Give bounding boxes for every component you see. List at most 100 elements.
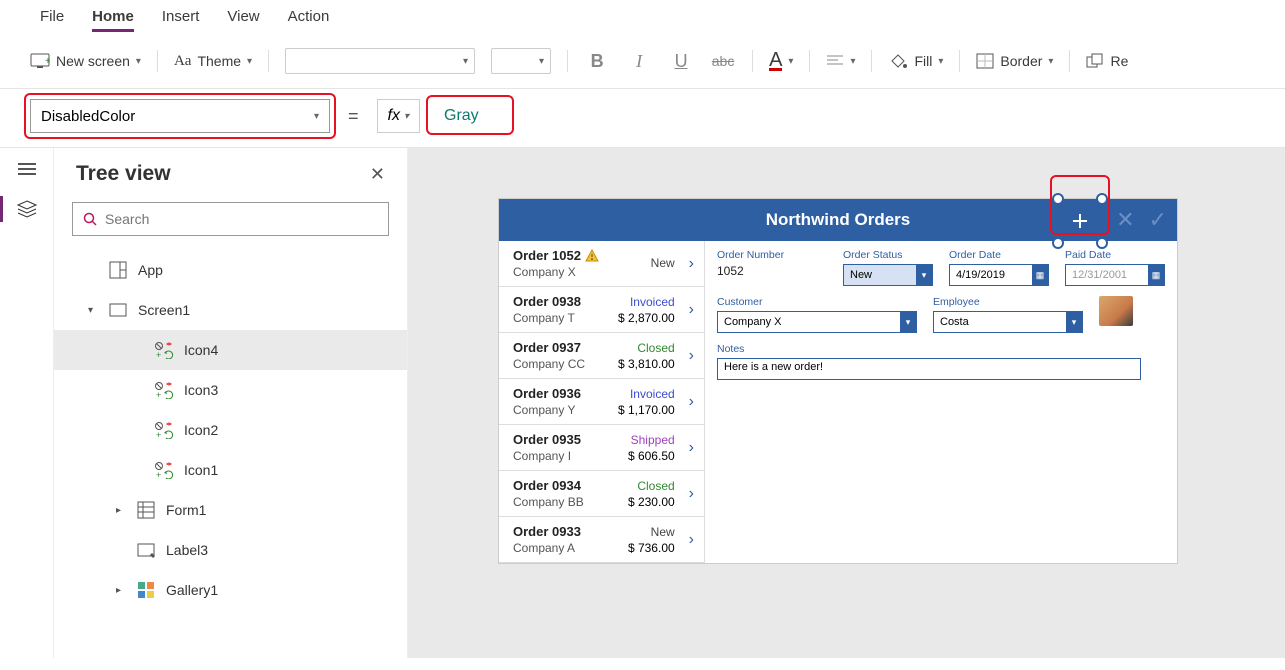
- order-amount: $ 230.00: [628, 495, 675, 509]
- new-screen-button[interactable]: + New screen ▾: [30, 53, 141, 69]
- cancel-icon[interactable]: ✕: [1116, 207, 1134, 233]
- tree-node-label3[interactable]: Label3: [54, 530, 407, 570]
- new-screen-label: New screen: [56, 53, 130, 69]
- employee-avatar: [1099, 296, 1133, 326]
- tree-node-label: Icon1: [184, 462, 218, 478]
- order-row[interactable]: Order 0938Company TInvoiced$ 2,870.00›: [499, 287, 704, 333]
- equals-sign: =: [340, 106, 367, 127]
- order-status-dropdown[interactable]: New ▾: [843, 264, 933, 286]
- menu-file[interactable]: File: [40, 8, 64, 32]
- screen-preview: Northwind Orders + ✕ ✓ Order 1052Com: [498, 198, 1178, 564]
- caret-icon: ▾: [88, 305, 98, 316]
- chevron-down-icon: ▾: [463, 56, 468, 67]
- add-icon[interactable]: +: [1068, 209, 1083, 240]
- search-icon: [83, 212, 97, 226]
- tree-node-label: Label3: [166, 542, 208, 558]
- tree-node-icon4[interactable]: +Icon4: [54, 330, 407, 370]
- menu-insert[interactable]: Insert: [162, 8, 200, 32]
- bold-button[interactable]: B: [584, 51, 610, 72]
- close-icon[interactable]: ✕: [370, 164, 385, 185]
- italic-button[interactable]: I: [626, 51, 652, 72]
- tree-node-app[interactable]: App: [54, 250, 407, 290]
- tree-node-icon3[interactable]: +Icon3: [54, 370, 407, 410]
- chevron-down-icon: ▾: [314, 111, 319, 122]
- paid-date-input[interactable]: 12/31/2001 ▦: [1065, 264, 1165, 286]
- tree-node-screen1[interactable]: ▾ Screen1: [54, 290, 407, 330]
- icon-group-icon: +: [154, 420, 174, 440]
- align-button[interactable]: ▾: [826, 54, 855, 68]
- workspace: Tree view ✕ App▾Screen1+Icon4+Icon3+Icon…: [0, 148, 1285, 658]
- tree-view-title: Tree view: [76, 162, 171, 186]
- caret-icon: ▸: [116, 505, 126, 516]
- chevron-down-icon: ▾: [900, 312, 916, 332]
- tree-node-icon1[interactable]: +Icon1: [54, 450, 407, 490]
- canvas[interactable]: Northwind Orders + ✕ ✓ Order 1052Com: [408, 148, 1285, 658]
- order-company: Company T: [513, 311, 581, 325]
- search-field[interactable]: [105, 211, 378, 227]
- search-input[interactable]: [72, 202, 389, 236]
- app-icon: [108, 260, 128, 280]
- theme-label: Theme: [197, 53, 241, 69]
- order-row[interactable]: Order 0933Company ANew$ 736.00›: [499, 517, 704, 563]
- notes-input[interactable]: Here is a new order!: [717, 358, 1141, 380]
- menu-action[interactable]: Action: [288, 8, 330, 32]
- chevron-right-icon: ›: [681, 347, 694, 365]
- order-company: Company X: [513, 265, 599, 279]
- tree-view-panel: Tree view ✕ App▾Screen1+Icon4+Icon3+Icon…: [54, 148, 408, 658]
- order-company: Company I: [513, 449, 581, 463]
- reorder-button[interactable]: Re: [1086, 53, 1128, 69]
- tree-node-label: Gallery1: [166, 582, 218, 598]
- order-row[interactable]: Order 1052Company XNew›: [499, 241, 704, 287]
- layers-icon[interactable]: [16, 198, 38, 220]
- tree-node-gallery1[interactable]: ▸ Gallery1: [54, 570, 407, 610]
- property-dropdown[interactable]: DisabledColor ▾: [30, 99, 330, 133]
- menu-home[interactable]: Home: [92, 8, 134, 32]
- order-date-input[interactable]: 4/19/2019 ▦: [949, 264, 1049, 286]
- tree-node-label: Icon2: [184, 422, 218, 438]
- fill-button[interactable]: Fill ▾: [888, 52, 943, 70]
- order-status-value: New: [850, 269, 872, 281]
- hamburger-icon[interactable]: [16, 158, 38, 180]
- label-order-date: Order Date: [949, 249, 1049, 261]
- formula-input[interactable]: Gray: [430, 103, 493, 129]
- formula-bar: DisabledColor ▾ = fx ▾ Gray: [0, 89, 1285, 148]
- icon-group-icon: +: [154, 340, 174, 360]
- font-color-button[interactable]: A ▾: [769, 52, 793, 71]
- order-row[interactable]: Order 0934Company BBClosed$ 230.00›: [499, 471, 704, 517]
- confirm-icon[interactable]: ✓: [1149, 207, 1167, 233]
- fx-button[interactable]: fx ▾: [377, 99, 420, 133]
- menu-view[interactable]: View: [227, 8, 259, 32]
- underline-button[interactable]: U: [668, 51, 694, 72]
- icon-group-icon: +: [154, 380, 174, 400]
- strikethrough-button[interactable]: abc: [710, 53, 736, 69]
- tree-node-label: App: [138, 262, 163, 278]
- separator: [1069, 50, 1070, 72]
- border-button[interactable]: Border ▾: [976, 53, 1053, 69]
- theme-button[interactable]: Aa Theme ▾: [174, 53, 252, 70]
- caret-icon: ▸: [116, 585, 126, 596]
- tree-node-icon2[interactable]: + Icon2: [54, 410, 407, 450]
- employee-dropdown[interactable]: Costa ▾: [933, 311, 1083, 333]
- order-title: Order 0938: [513, 294, 581, 309]
- screen-icon: [108, 300, 128, 320]
- font-size-dropdown[interactable]: ▾: [491, 48, 551, 74]
- order-row[interactable]: Order 0937Company CCClosed$ 3,810.00›: [499, 333, 704, 379]
- order-title: Order 1052: [513, 248, 599, 263]
- order-row[interactable]: Order 0935Company IShipped$ 606.50›: [499, 425, 704, 471]
- order-row[interactable]: Order 0936Company YInvoiced$ 1,170.00›: [499, 379, 704, 425]
- tree-node-label: Screen1: [138, 302, 190, 318]
- order-form: Order Number 1052 Order Status New ▾ Ord…: [705, 241, 1177, 563]
- tree-node-form1[interactable]: ▸Form1: [54, 490, 407, 530]
- customer-dropdown[interactable]: Company X ▾: [717, 311, 917, 333]
- align-icon: [826, 54, 844, 68]
- font-family-dropdown[interactable]: ▾: [285, 48, 475, 74]
- fill-label: Fill: [914, 53, 932, 69]
- calendar-icon: ▦: [1032, 265, 1048, 285]
- label-order-number: Order Number: [717, 249, 827, 261]
- order-gallery[interactable]: Order 1052Company XNew›Order 0938Company…: [499, 241, 705, 563]
- order-company: Company A: [513, 541, 581, 555]
- label-notes: Notes: [717, 343, 1165, 355]
- reorder-label: Re: [1110, 53, 1128, 69]
- separator: [268, 50, 269, 72]
- chevron-down-icon: ▾: [916, 265, 932, 285]
